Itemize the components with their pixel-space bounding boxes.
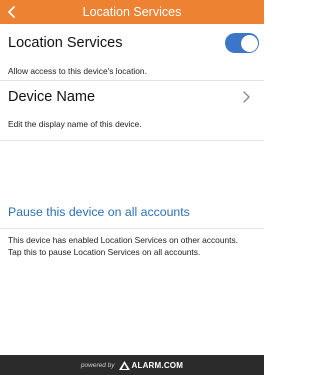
pause-description: This device has enabled Location Service…	[8, 235, 238, 258]
location-services-description: Allow access to this device's location.	[8, 66, 147, 76]
alarm-logo-icon	[118, 360, 130, 370]
brand-name: ALARM.COM	[131, 360, 184, 370]
pause-description-line2: Tap this to pause Location Services on a…	[8, 246, 201, 257]
pause-all-accounts-link[interactable]: Pause this device on all accounts	[8, 205, 190, 219]
chevron-right-icon[interactable]	[240, 90, 252, 104]
toggle-knob	[240, 34, 258, 52]
chevron-left-icon	[8, 6, 15, 18]
powered-by-label: powered by	[80, 361, 115, 369]
alarm-com-logo: ALARM.COM	[118, 360, 184, 370]
back-button[interactable]	[0, 0, 24, 24]
divider	[0, 140, 264, 141]
divider	[0, 80, 264, 81]
footer-bar: powered by ALARM.COM	[0, 355, 264, 375]
location-services-label: Location Services	[8, 35, 123, 51]
page-title: Location Services	[82, 5, 182, 19]
device-name-description: Edit the display name of this device.	[8, 119, 142, 129]
device-name-label[interactable]: Device Name	[8, 89, 95, 105]
divider	[0, 228, 264, 229]
location-services-toggle[interactable]	[225, 33, 259, 53]
header-bar: Location Services	[0, 0, 264, 24]
pause-description-line1: This device has enabled Location Service…	[8, 235, 238, 245]
